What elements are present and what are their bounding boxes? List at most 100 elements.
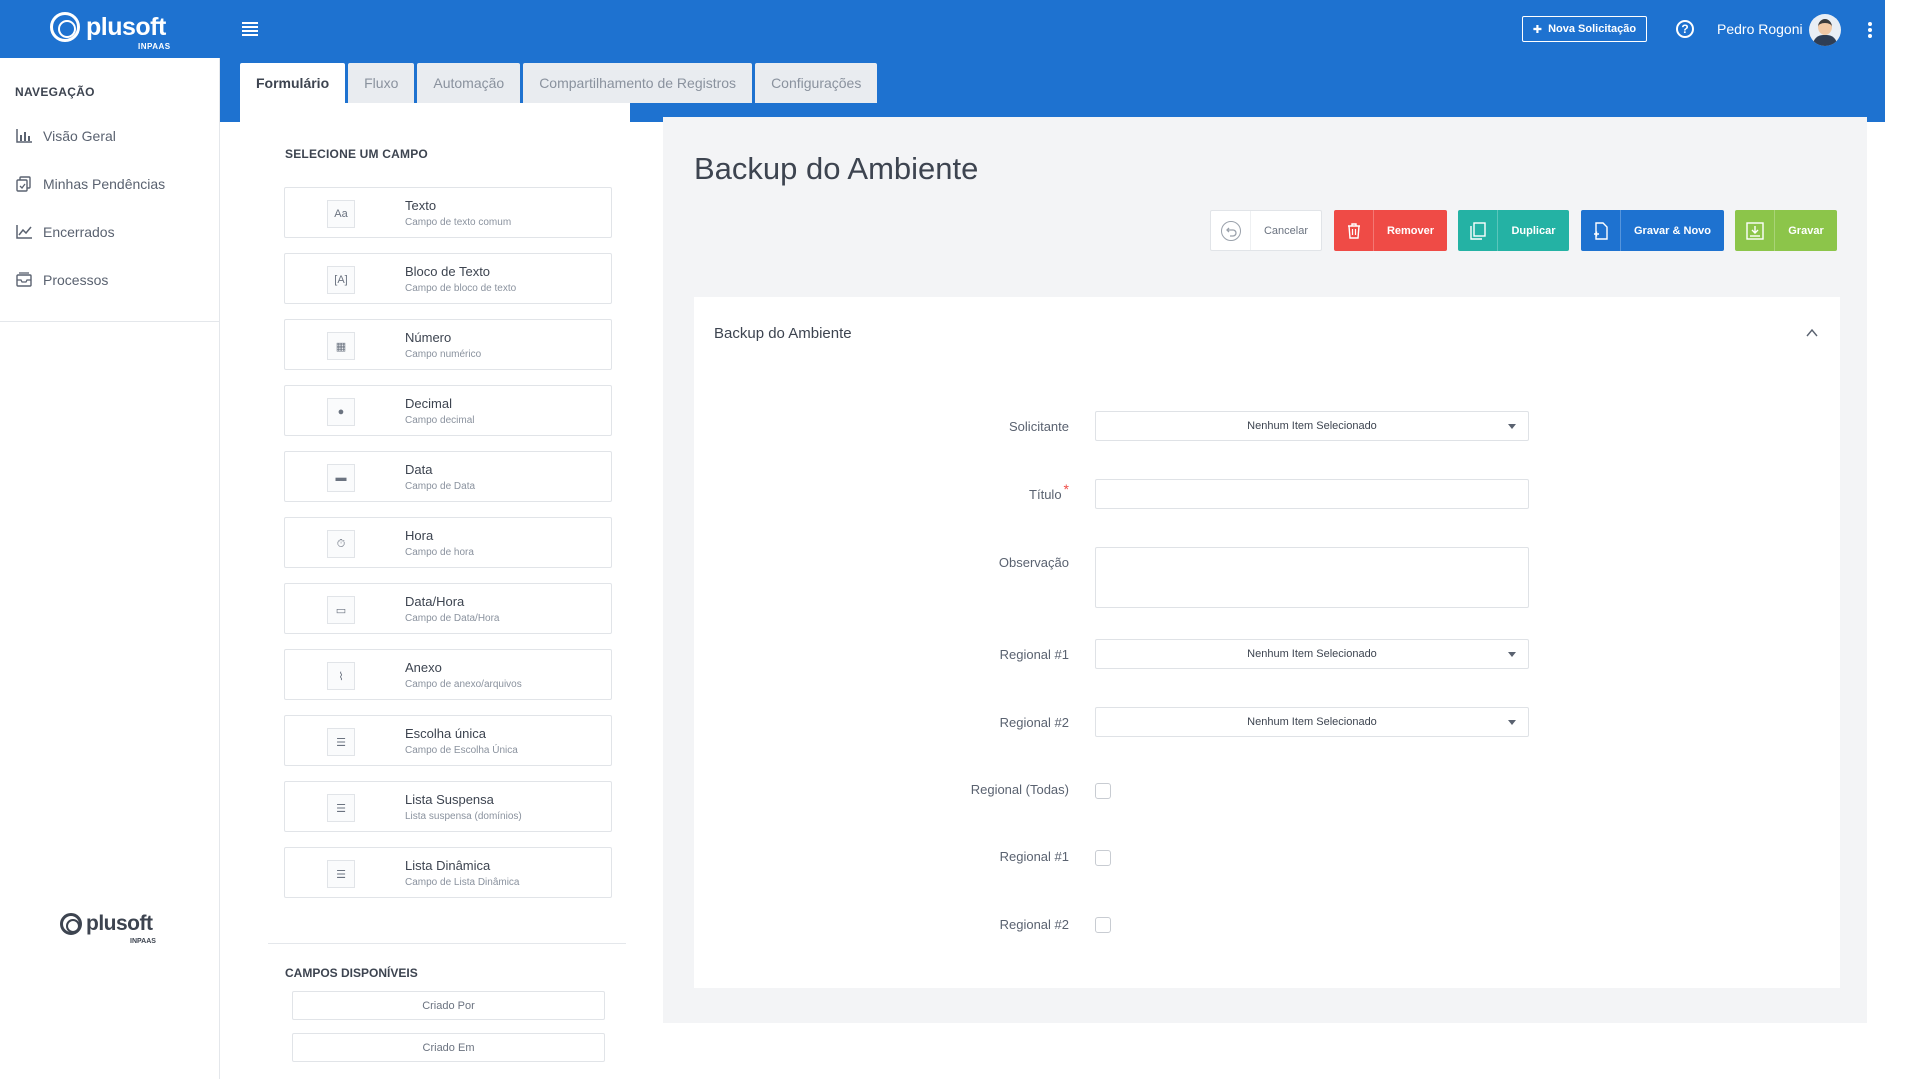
nav-title: NAVEGAÇÃO	[15, 85, 95, 99]
field-desc: Campo de texto comum	[405, 217, 512, 228]
undo-icon	[1220, 220, 1241, 241]
caret-down-icon	[1508, 652, 1516, 657]
field-name: Lista Dinâmica	[405, 858, 491, 873]
observacao-textarea[interactable]	[1095, 547, 1529, 608]
field-name: Hora	[405, 528, 434, 543]
cancel-button[interactable]: Cancelar	[1210, 210, 1322, 251]
brand-name: plusoft	[86, 13, 166, 41]
regional-1-select[interactable]: Nenhum Item Selecionado	[1095, 639, 1529, 669]
available-field-criado-por[interactable]: Criado Por	[292, 991, 605, 1020]
save-and-new-label: Gravar & Novo	[1633, 224, 1712, 237]
page-title: Backup do Ambiente	[694, 151, 979, 186]
brand-sub: INPAAS	[138, 42, 171, 51]
footer-logo: plusoft INPAAS	[60, 912, 156, 945]
tab-configuracoes[interactable]: Configurações	[755, 63, 878, 103]
decimal-icon: ●	[327, 398, 355, 426]
field-card-numero[interactable]: ▦ Número Campo numérico	[284, 319, 612, 370]
field-desc: Campo numérico	[405, 349, 482, 360]
sidebar-item-label: Minhas Pendências	[43, 176, 166, 192]
save-icon	[1745, 221, 1764, 240]
field-name: Número	[405, 330, 452, 345]
field-card-hora[interactable]: ⏱ Hora Campo de hora	[284, 517, 612, 568]
line-chart-icon	[16, 225, 32, 239]
field-label-regional-1: Regional #1	[999, 647, 1069, 662]
caret-down-icon	[1508, 424, 1516, 429]
section-title: Backup do Ambiente	[714, 325, 852, 342]
regional-1-checkbox[interactable]	[1095, 850, 1111, 866]
plusoft-logo-icon	[50, 12, 80, 42]
required-marker: *	[1063, 481, 1069, 497]
field-desc: Campo decimal	[405, 415, 475, 426]
sidebar-item-processos[interactable]: Processos	[15, 272, 108, 288]
field-selector-panel: SELECIONE UM CAMPO Aa Texto Campo de tex…	[240, 103, 630, 1079]
new-request-button[interactable]: ✚ Nova Solicitação	[1522, 16, 1647, 42]
copy-icon	[1469, 221, 1486, 240]
list-icon: ☰	[327, 794, 355, 822]
field-card-lista-suspensa[interactable]: ☰ Lista Suspensa Lista suspensa (domínio…	[284, 781, 612, 832]
field-card-anexo[interactable]: ⌇ Anexo Campo de anexo/arquivos	[284, 649, 612, 700]
solicitante-select[interactable]: Nenhum Item Selecionado	[1095, 411, 1529, 441]
remove-button[interactable]: Remover	[1334, 210, 1447, 251]
regional-todas-checkbox[interactable]	[1095, 783, 1111, 799]
calendar-icon: ▬	[327, 464, 355, 492]
chevron-up-icon[interactable]	[1806, 327, 1818, 339]
field-name: Bloco de Texto	[405, 264, 491, 279]
field-label-regional-1-check: Regional #1	[999, 849, 1069, 864]
plusoft-logo-icon	[60, 913, 82, 935]
field-name: Data	[405, 462, 433, 477]
field-card-bloco-texto[interactable]: [A] Bloco de Texto Campo de bloco de tex…	[284, 253, 612, 304]
field-desc: Lista suspensa (domínios)	[405, 811, 522, 822]
field-desc: Campo de hora	[405, 547, 474, 558]
select-value: Nenhum Item Selecionado	[1247, 648, 1377, 660]
field-label-regional-2-check: Regional #2	[999, 917, 1069, 932]
field-label-regional-todas: Regional (Todas)	[970, 782, 1069, 797]
user-name[interactable]: Pedro Rogoni	[1717, 21, 1803, 37]
more-options-icon[interactable]	[1868, 22, 1872, 40]
field-desc: Campo de Data	[405, 481, 476, 492]
tab-bar: Formulário Fluxo Automação Compartilhame…	[240, 63, 878, 103]
tab-formulario[interactable]: Formulário	[240, 63, 346, 103]
field-desc: Campo de Data/Hora	[405, 613, 500, 624]
hamburger-menu-icon[interactable]	[242, 22, 258, 36]
text-icon: Aa	[327, 200, 355, 228]
regional-2-checkbox[interactable]	[1095, 917, 1111, 933]
tab-compartilhamento[interactable]: Compartilhamento de Registros	[523, 63, 753, 103]
field-name: Decimal	[405, 396, 452, 411]
tab-fluxo[interactable]: Fluxo	[348, 63, 415, 103]
field-card-lista-dinamica[interactable]: ☰ Lista Dinâmica Campo de Lista Dinâmica	[284, 847, 612, 898]
cancel-label: Cancelar	[1263, 224, 1309, 237]
save-and-new-button[interactable]: Gravar & Novo	[1581, 210, 1724, 251]
avatar[interactable]	[1809, 14, 1841, 46]
field-card-texto[interactable]: Aa Texto Campo de texto comum	[284, 187, 612, 238]
paperclip-icon: ⌇	[327, 662, 355, 690]
form-section-card: Backup do Ambiente Solicitante Nenhum It…	[694, 297, 1840, 988]
new-request-label: Nova Solicitação	[1548, 23, 1637, 35]
tab-automacao[interactable]: Automação	[417, 63, 521, 103]
sidebar-item-label: Encerrados	[43, 224, 115, 240]
sidebar-item-encerrados[interactable]: Encerrados	[15, 224, 115, 240]
field-card-data[interactable]: ▬ Data Campo de Data	[284, 451, 612, 502]
regional-2-select[interactable]: Nenhum Item Selecionado	[1095, 707, 1529, 737]
inbox-icon	[16, 272, 32, 287]
titulo-input[interactable]	[1095, 479, 1529, 509]
list-icon: ☰	[327, 728, 355, 756]
field-card-decimal[interactable]: ● Decimal Campo decimal	[284, 385, 612, 436]
help-icon[interactable]: ?	[1676, 20, 1694, 38]
field-name: Escolha única	[405, 726, 486, 741]
field-label-observacao: Observação	[998, 555, 1069, 570]
save-button[interactable]: Gravar	[1735, 210, 1837, 251]
sidebar-item-visao-geral[interactable]: Visão Geral	[15, 128, 116, 144]
field-name: Lista Suspensa	[405, 792, 494, 807]
field-desc: Campo de bloco de texto	[405, 283, 517, 294]
available-field-criado-em[interactable]: Criado Em	[292, 1033, 605, 1062]
duplicate-button[interactable]: Duplicar	[1458, 210, 1569, 251]
field-label-regional-2: Regional #2	[999, 715, 1069, 730]
sidebar-item-minhas-pendencias[interactable]: Minhas Pendências	[15, 176, 165, 192]
brand-logo[interactable]: plusoft	[50, 12, 166, 42]
panel-divider	[268, 943, 626, 944]
field-card-escolha-unica[interactable]: ☰ Escolha única Campo de Escolha Única	[284, 715, 612, 766]
text-block-icon: [A]	[327, 266, 355, 294]
field-card-data-hora[interactable]: ▭ Data/Hora Campo de Data/Hora	[284, 583, 612, 634]
scrollbar-track[interactable]	[1885, 0, 1905, 1079]
field-desc: Campo de Lista Dinâmica	[405, 877, 520, 888]
